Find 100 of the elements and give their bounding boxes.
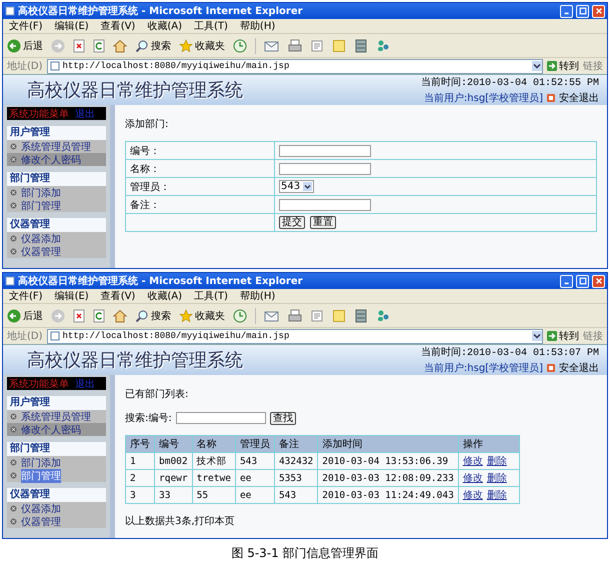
search-field[interactable] — [176, 412, 266, 424]
note-icon[interactable] — [332, 38, 346, 52]
sidebar-item[interactable]: 仪器管理 — [7, 245, 106, 258]
close-button[interactable] — [592, 274, 605, 288]
table-cell: tretwe — [192, 470, 236, 486]
page-icon — [50, 331, 60, 341]
form-button[interactable]: 重置 — [310, 216, 336, 229]
search-button[interactable]: 查找 — [270, 412, 296, 424]
links-button[interactable]: 链接 — [583, 329, 603, 343]
history-icon[interactable] — [233, 308, 247, 322]
menu-title: 系统功能菜单 — [9, 108, 69, 120]
sidebar-item[interactable]: 系统管理员管理 — [7, 140, 106, 153]
mail-icon[interactable] — [264, 38, 280, 52]
stop-icon[interactable] — [73, 308, 85, 322]
page-icon — [5, 6, 15, 16]
cabinet-icon[interactable] — [354, 38, 368, 52]
menu-item[interactable]: 工具(T) — [194, 289, 228, 303]
go-button[interactable]: 转到 — [547, 329, 579, 343]
go-button[interactable]: 转到 — [547, 59, 579, 73]
printer-icon[interactable] — [288, 38, 302, 52]
page-icon — [50, 61, 60, 71]
bullet-icon — [10, 426, 17, 433]
menu-item[interactable]: 帮助(H) — [240, 19, 276, 33]
search-icon — [135, 38, 149, 52]
mail-icon[interactable] — [264, 308, 280, 322]
menu-item[interactable]: 帮助(H) — [240, 289, 276, 303]
action-link[interactable]: 删除 — [486, 490, 507, 501]
group-heading: 用户管理 — [7, 396, 106, 410]
go-arrow-icon — [547, 61, 557, 71]
sidebar-item[interactable]: 部门管理 — [7, 199, 106, 212]
document-icon[interactable] — [310, 308, 324, 322]
back-button[interactable]: 后退 — [7, 308, 43, 322]
note-icon[interactable] — [332, 308, 346, 322]
sidebar-item[interactable]: 仪器管理 — [7, 515, 106, 528]
menu-item[interactable]: 收藏(A) — [147, 289, 182, 303]
history-icon[interactable] — [233, 38, 247, 52]
menu-item[interactable]: 文件(F) — [9, 19, 43, 33]
favorites-button[interactable]: 收藏夹 — [179, 308, 225, 322]
action-link[interactable]: 修改 — [462, 490, 483, 501]
minimize-button[interactable] — [560, 4, 573, 18]
favorites-button[interactable]: 收藏夹 — [179, 38, 225, 52]
input-field[interactable] — [279, 144, 371, 156]
sidebar-item[interactable]: 部门管理 — [7, 469, 106, 482]
current-time: 当前时间:2010-03-04 01:53:07 PM — [420, 346, 599, 359]
menu-item[interactable]: 查看(V) — [100, 289, 136, 303]
printer-icon[interactable] — [288, 308, 302, 322]
table-cell: 技术部 — [192, 452, 236, 470]
menu-item[interactable]: 收藏(A) — [147, 19, 182, 33]
input-field[interactable] — [279, 198, 371, 210]
form-button[interactable]: 提交 — [279, 216, 305, 229]
menu-item[interactable]: 文件(F) — [9, 289, 43, 303]
sidebar-item[interactable]: 修改个人密码 — [7, 153, 106, 166]
dropdown-icon[interactable] — [532, 61, 542, 71]
current-user: 当前用户:hsg[学校管理员] — [424, 92, 543, 105]
stop-icon[interactable] — [73, 38, 85, 52]
close-icon — [594, 277, 602, 285]
refresh-icon[interactable] — [93, 308, 105, 322]
sidebar-item[interactable]: 修改个人密码 — [7, 423, 106, 436]
logout-link[interactable]: 安全退出 — [559, 91, 599, 105]
logout-link[interactable]: 安全退出 — [559, 361, 599, 375]
home-icon[interactable] — [113, 308, 127, 322]
dropdown-icon[interactable] — [532, 331, 542, 341]
sidebar-item[interactable]: 部门添加 — [7, 186, 106, 199]
page-icon — [5, 276, 15, 286]
select-field[interactable]: 543 — [279, 180, 314, 193]
menu-item[interactable]: 工具(T) — [194, 19, 228, 33]
address-field[interactable]: http://localhost:8080/myyiqiweihu/main.jsp — [46, 328, 543, 344]
maximize-button[interactable] — [576, 274, 589, 288]
dropdown-icon — [303, 182, 312, 191]
action-link[interactable]: 删除 — [486, 473, 507, 484]
cabinet-icon[interactable] — [354, 308, 368, 322]
people-icon[interactable] — [376, 38, 390, 52]
minimize-button[interactable] — [560, 274, 573, 288]
star-icon — [179, 38, 193, 52]
sidebar-item[interactable]: 仪器添加 — [7, 502, 106, 515]
menu-item[interactable]: 编辑(E) — [54, 289, 89, 303]
refresh-icon[interactable] — [93, 38, 105, 52]
bullet-icon — [10, 248, 17, 255]
sidebar-item[interactable]: 仪器添加 — [7, 232, 106, 245]
section-heading: 已有部门列表: — [125, 388, 190, 401]
action-link[interactable]: 修改 — [462, 473, 483, 484]
input-field[interactable] — [279, 162, 371, 174]
links-button[interactable]: 链接 — [583, 59, 603, 73]
home-icon[interactable] — [113, 38, 127, 52]
group-heading: 仪器管理 — [7, 488, 106, 502]
search-button[interactable]: 搜索 — [135, 38, 171, 52]
address-field[interactable]: http://localhost:8080/myyiqiweihu/main.jsp — [46, 58, 543, 74]
people-icon[interactable] — [376, 308, 390, 322]
menu-item[interactable]: 查看(V) — [100, 19, 136, 33]
close-button[interactable] — [592, 4, 605, 18]
search-button[interactable]: 搜索 — [135, 308, 171, 322]
bullet-icon — [10, 143, 17, 150]
document-icon[interactable] — [310, 38, 324, 52]
maximize-button[interactable] — [576, 4, 589, 18]
sidebar-item[interactable]: 系统管理员管理 — [7, 410, 106, 423]
sidebar-item[interactable]: 部门添加 — [7, 456, 106, 469]
menu-item[interactable]: 编辑(E) — [54, 19, 89, 33]
back-button[interactable]: 后退 — [7, 38, 43, 52]
action-link[interactable]: 修改 — [462, 456, 483, 467]
action-link[interactable]: 删除 — [486, 456, 507, 467]
